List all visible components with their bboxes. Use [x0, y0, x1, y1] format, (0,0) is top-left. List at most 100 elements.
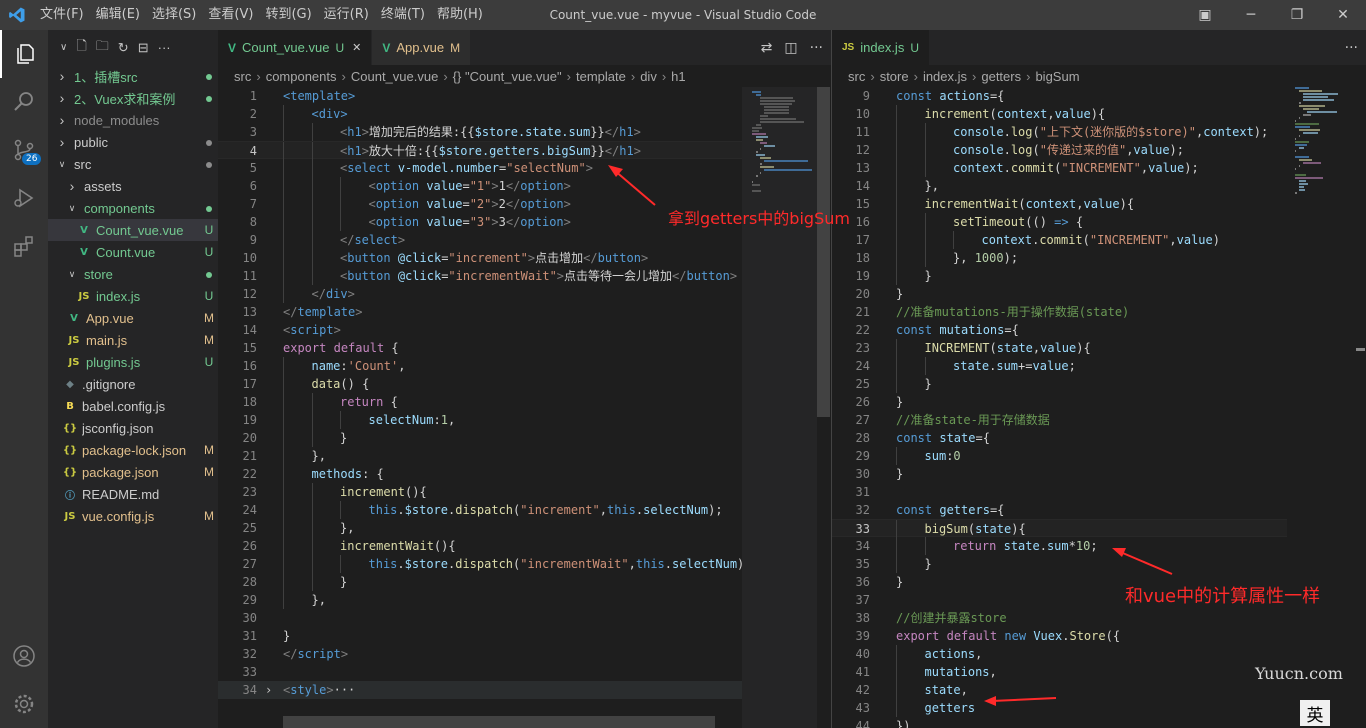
code-line: 18}, 1000); [832, 249, 1287, 267]
line-number: 12 [855, 143, 870, 157]
explorer-icon[interactable] [0, 30, 48, 78]
breadcrumb-item[interactable]: index.js [923, 69, 967, 84]
menu-item[interactable]: 帮助(H) [431, 0, 489, 30]
minimap-right[interactable] [1287, 87, 1353, 728]
tree-item[interactable]: ◆ .gitignore [48, 373, 218, 395]
tree-item[interactable]: ∨ components [48, 197, 218, 219]
tree-item[interactable]: V App.vue M [48, 307, 218, 329]
tree-item[interactable]: › 2、Vuex求和案例 [48, 87, 218, 109]
breadcrumb-item[interactable]: getters [981, 69, 1021, 84]
indent-guide [283, 123, 284, 141]
collapse-chevron-icon[interactable]: ∨ [60, 42, 67, 53]
tree-item[interactable]: ∨ src [48, 153, 218, 175]
editor-tab[interactable]: V App.vue M [372, 30, 472, 65]
code-token: select [354, 233, 398, 247]
horizontal-scrollbar[interactable] [283, 716, 715, 728]
extensions-icon[interactable] [0, 222, 48, 270]
code-line: 42 state, [832, 681, 1287, 699]
indent-guide [283, 393, 284, 411]
tree-item[interactable]: JS index.js U [48, 285, 218, 307]
more-actions-icon[interactable]: ··· [810, 40, 823, 56]
source-control-icon[interactable]: 26 [0, 126, 48, 174]
menu-item[interactable]: 转到(G) [259, 0, 317, 30]
close-icon[interactable]: ✕ [1320, 0, 1366, 30]
menu-item[interactable]: 运行(R) [318, 0, 375, 30]
git-status-dot [206, 74, 212, 80]
tree-item[interactable]: ∨ store [48, 263, 218, 285]
tree-item[interactable]: {} jsconfig.json [48, 417, 218, 439]
code-token: button [347, 269, 391, 283]
code-area-right[interactable]: 9 const actions={10 increment(context,valu… [832, 87, 1287, 728]
close-icon[interactable]: ✕ [352, 41, 361, 54]
refresh-icon[interactable]: ↻ [118, 40, 129, 56]
breadcrumb-item[interactable]: src [848, 69, 865, 84]
tree-item[interactable]: {} package-lock.json M [48, 439, 218, 461]
tree-item[interactable]: › 1、插槽src [48, 65, 218, 87]
menu-item[interactable]: 查看(V) [202, 0, 259, 30]
code-line: 1 <template> [218, 87, 742, 105]
settings-gear-icon[interactable] [0, 680, 48, 728]
tree-item[interactable]: V Count_vue.vue U [48, 219, 218, 241]
minimap-line [764, 145, 775, 147]
more-actions-icon[interactable]: ··· [1345, 40, 1358, 56]
split-editor-icon[interactable]: ◫ [784, 40, 797, 56]
new-folder-icon[interactable]: 🗀 [96, 37, 109, 59]
breadcrumb-item[interactable]: bigSum [1035, 69, 1079, 84]
collapse-all-icon[interactable]: ⊟ [138, 40, 149, 56]
account-icon[interactable] [0, 632, 48, 680]
new-file-icon[interactable]: 🗋 [76, 37, 86, 59]
editor-tab[interactable]: V Count_vue.vue U ✕ [218, 30, 373, 65]
breadcrumb-item[interactable]: {} "Count_vue.vue" [453, 69, 562, 84]
minimize-icon[interactable]: ─ [1228, 0, 1274, 30]
code-text: }, 1000); [870, 249, 1018, 267]
menu-item[interactable]: 选择(S) [146, 0, 202, 30]
tree-item[interactable]: ⓘ README.md [48, 483, 218, 505]
breadcrumb-item[interactable]: template [576, 69, 626, 84]
tree-item[interactable]: V Count.vue U [48, 241, 218, 263]
tree-item[interactable]: Bbabel.config.js [48, 395, 218, 417]
restore-icon[interactable]: ❐ [1274, 0, 1320, 30]
breadcrumb-item[interactable]: store [880, 69, 909, 84]
breadcrumb-item[interactable]: div [640, 69, 657, 84]
breadcrumb-item[interactable]: src [234, 69, 251, 84]
more-actions-icon[interactable]: ··· [158, 40, 171, 55]
code-area-left[interactable]: 1 <template> 2 <div> 3 <h1>增加完后的结果:{{$store.s… [218, 87, 742, 728]
scroll-marker [1356, 348, 1365, 351]
fold-chevron-icon[interactable]: › [265, 681, 272, 699]
breadcrumb-item[interactable]: h1 [671, 69, 685, 84]
code-line: 9 const actions={ [832, 87, 1287, 105]
menu-item[interactable]: 文件(F) [34, 0, 90, 30]
indent-guide [896, 375, 897, 393]
tree-item[interactable]: {} package.json M [48, 461, 218, 483]
code-token: > [556, 269, 565, 283]
minimap-left[interactable] [742, 87, 817, 728]
tree-item[interactable]: JS main.js M [48, 329, 218, 351]
breadcrumb-item[interactable]: components [266, 69, 337, 84]
editor-tab[interactable]: JS index.js U [832, 30, 930, 65]
ime-indicator[interactable]: 英 [1300, 700, 1330, 726]
line-number: 35 [855, 557, 870, 571]
code-token: = [462, 215, 470, 229]
scrollbar-left[interactable] [817, 87, 830, 417]
layout-icon[interactable]: ▣ [1182, 0, 1228, 30]
tree-item[interactable]: › node_modules [48, 109, 218, 131]
code-token: new [1004, 629, 1027, 643]
tree-item[interactable]: JS plugins.js U [48, 351, 218, 373]
breadcrumb-item[interactable]: Count_vue.vue [351, 69, 438, 84]
open-changes-icon[interactable]: ⇄ [761, 40, 773, 56]
code-line: 21}, [218, 447, 742, 465]
tree-item[interactable]: › assets [48, 175, 218, 197]
code-line: 26 incrementWait(){ [218, 537, 742, 555]
tree-item[interactable]: JS vue.config.js M [48, 505, 218, 527]
tree-item[interactable]: › public [48, 131, 218, 153]
minimap-line [1303, 108, 1320, 110]
code-token: $store [404, 503, 448, 517]
code-token: const [896, 89, 933, 103]
minimap-line [1295, 192, 1297, 194]
menu-item[interactable]: 编辑(E) [90, 0, 146, 30]
explorer-sidebar: ∨ 🗋 🗀 ↻ ⊟ ··· › 1、插槽src › 2、Vuex求和案例 › node_m… [48, 30, 218, 728]
menu-item[interactable]: 终端(T) [375, 0, 431, 30]
git-status-dot [206, 162, 212, 168]
run-debug-icon[interactable] [0, 174, 48, 222]
search-icon[interactable] [0, 78, 48, 126]
